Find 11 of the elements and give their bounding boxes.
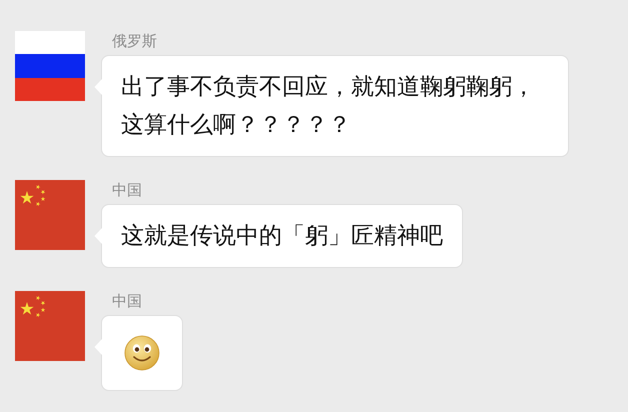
flag-avatar [15,31,85,101]
sender-name: 中国 [112,180,142,200]
flag-avatar [15,180,85,250]
bubble-pointer [94,228,102,244]
flag-avatar [15,291,85,361]
smiley-emoji-icon [124,335,160,371]
message-bubble: 这就是传说中的「躬」匠精神吧 [101,204,463,268]
bubble-pointer [94,79,102,95]
message-bubble: 出了事不负责不回应，就知道鞠躬鞠躬，这算什么啊？？？？？ [101,55,569,157]
sender-name: 俄罗斯 [112,31,157,51]
sender-name: 中国 [112,291,142,311]
